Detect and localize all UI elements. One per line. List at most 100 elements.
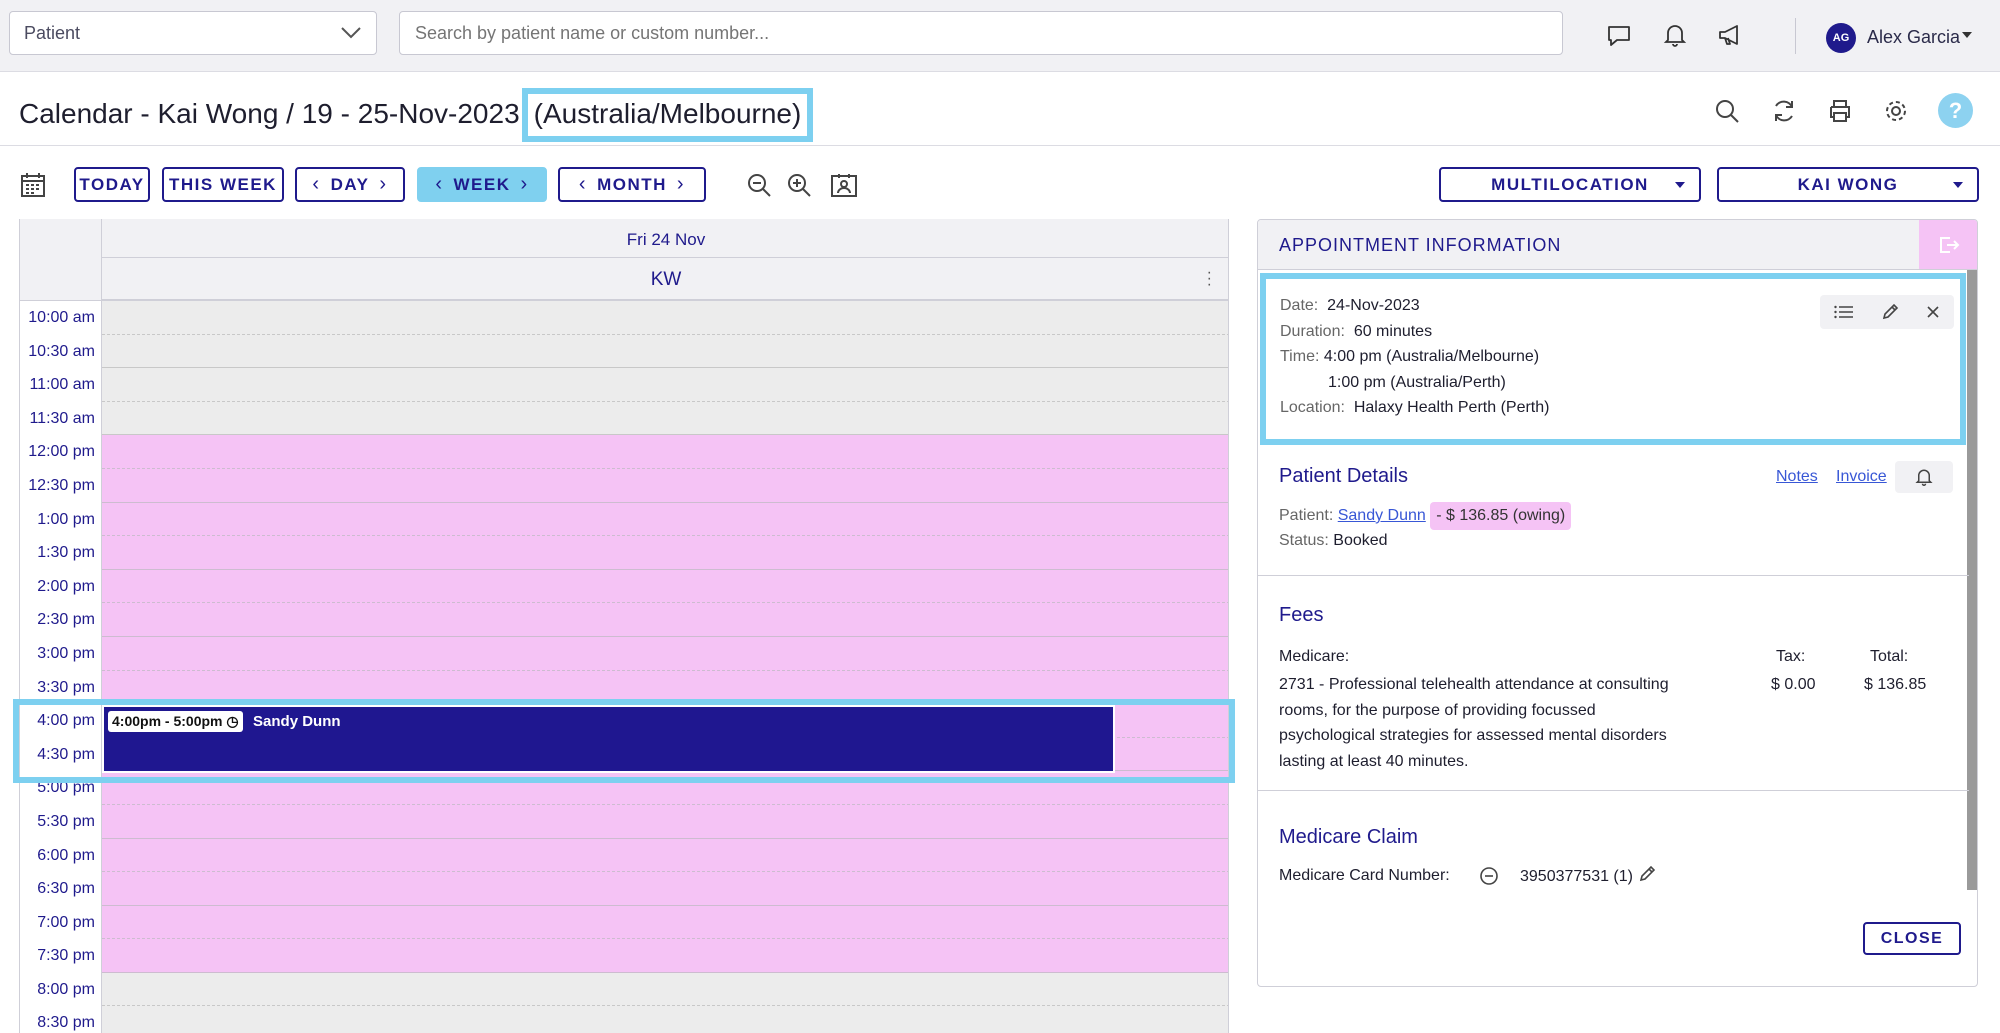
calendar-corner [20, 219, 102, 301]
chevron-right-icon[interactable]: › [521, 173, 529, 196]
time-slot[interactable] [102, 536, 1228, 570]
time-slot[interactable] [102, 939, 1228, 973]
search-input[interactable] [399, 11, 1563, 55]
time-slot[interactable] [102, 368, 1228, 402]
minus-circle-icon[interactable] [1479, 866, 1499, 891]
panel-title: APPOINTMENT INFORMATION [1279, 235, 1562, 255]
exit-panel-icon[interactable] [1919, 220, 1977, 269]
chevron-right-icon[interactable]: › [677, 173, 685, 196]
reminder-bell-icon[interactable] [1895, 461, 1953, 493]
time-slot[interactable] [102, 603, 1228, 637]
patient-details-title: Patient Details [1279, 465, 1408, 487]
time-label: 12:00 pm [20, 435, 102, 469]
avatar[interactable]: AG [1826, 23, 1856, 53]
time-slot[interactable] [102, 468, 1228, 503]
refresh-icon[interactable] [1768, 95, 1800, 127]
day-button-label: DAY [330, 174, 370, 194]
chevron-left-icon[interactable]: ‹ [312, 173, 320, 196]
day-nav[interactable]: ‹ DAY › [295, 167, 405, 202]
chevron-left-icon[interactable]: ‹ [435, 173, 443, 196]
patient-details-section: Patient Details Notes Invoice Patient: S… [1258, 453, 1969, 576]
info-actions [1820, 295, 1954, 329]
edit-icon[interactable] [1638, 865, 1656, 888]
patient-type-value: Patient [24, 22, 81, 43]
time-label: 11:30 am [20, 401, 102, 436]
gear-icon[interactable] [1880, 95, 1912, 127]
time-label: 3:00 pm [20, 636, 102, 671]
panel-header: APPOINTMENT INFORMATION [1258, 220, 1977, 270]
more-options-icon[interactable]: · · · [1207, 265, 1212, 293]
time-slot[interactable] [102, 972, 1228, 1007]
time-slot[interactable] [102, 838, 1228, 873]
help-button[interactable]: ? [1938, 93, 1973, 128]
time-label: 7:00 pm [20, 905, 102, 940]
patient-link[interactable]: Sandy Dunn [1338, 507, 1426, 524]
time-slot[interactable] [102, 804, 1228, 839]
top-bar: Patient AG Alex Garcia [0, 0, 2000, 72]
page-title: Calendar - Kai Wong / 19 - 25-Nov-2023 (A… [19, 88, 814, 142]
list-icon[interactable] [1833, 304, 1854, 320]
chevron-left-icon[interactable]: ‹ [579, 173, 587, 196]
divider [1795, 18, 1796, 54]
today-button[interactable]: TODAY [74, 167, 150, 202]
appointment-block[interactable]: 4:00pm - 5:00pm ◷ Sandy Dunn [102, 705, 1115, 773]
patient-row: Patient: Sandy Dunn - $ 136.85 (owing) [1279, 502, 1572, 530]
time-label: 6:00 pm [20, 838, 102, 873]
time-slot[interactable] [102, 301, 1228, 335]
time-slot[interactable] [102, 636, 1228, 671]
medicare-card-label: Medicare Card Number: [1279, 867, 1450, 884]
calendar-icon[interactable] [17, 169, 49, 201]
time-slot[interactable] [102, 401, 1228, 436]
time-slot[interactable] [102, 905, 1228, 940]
medicare-claim-title: Medicare Claim [1279, 826, 1418, 848]
location-value: Halaxy Health Perth (Perth) [1353, 399, 1550, 416]
search-icon[interactable] [1711, 95, 1743, 127]
close-icon[interactable] [1926, 305, 1940, 319]
chevron-right-icon[interactable]: › [379, 173, 387, 196]
time-label: 2:00 pm [20, 569, 102, 604]
fees-title: Fees [1279, 604, 1324, 626]
time-slot[interactable] [102, 435, 1228, 469]
zoom-in-icon[interactable] [783, 169, 815, 201]
location-dropdown[interactable]: MULTILOCATION [1439, 167, 1701, 202]
calendar-grid: Fri 24 Nov KW · · · 10:00 am 10:30 am 11:00 … [19, 219, 1229, 1033]
appointment-time-text: 4:00pm - 5:00pm [112, 713, 223, 729]
appointment-info: Date: 24-Nov-2023 Duration: 60 minutes T… [1260, 273, 1966, 445]
time-slot[interactable] [102, 872, 1228, 906]
zoom-out-icon[interactable] [743, 169, 775, 201]
day-header[interactable]: Fri 24 Nov [102, 219, 1228, 258]
user-name[interactable]: Alex Garcia [1867, 27, 1960, 48]
time-slot[interactable] [102, 1006, 1228, 1033]
time-slot[interactable] [102, 334, 1228, 369]
appointment-time: 4:00pm - 5:00pm ◷ [108, 711, 243, 732]
close-button[interactable]: CLOSE [1863, 922, 1961, 955]
print-icon[interactable] [1824, 95, 1856, 127]
caret-down-icon [1953, 182, 1963, 188]
time-slot[interactable] [102, 502, 1228, 537]
practitioner-dropdown[interactable]: KAI WONG [1717, 167, 1979, 202]
notes-link[interactable]: Notes [1776, 468, 1818, 486]
appointment-panel: APPOINTMENT INFORMATION Date: 24-Nov-202… [1257, 219, 1978, 987]
fee-item-line: rooms, for the purpose of providing focu… [1279, 701, 1596, 719]
time-label: 12:30 pm [20, 468, 102, 503]
month-nav[interactable]: ‹ MONTH › [558, 167, 706, 202]
fee-item-line: 2731 - Professional telehealth attendanc… [1279, 676, 1669, 693]
user-menu-caret-icon[interactable] [1962, 32, 1972, 38]
time-slot[interactable] [102, 569, 1228, 604]
patient-type-select[interactable]: Patient [9, 11, 377, 55]
medicare-card-number: 3950377531 (1) [1520, 868, 1633, 885]
contact-card-icon[interactable] [828, 169, 860, 201]
this-week-button[interactable]: THIS WEEK [162, 167, 284, 202]
chat-icon[interactable] [1604, 20, 1634, 50]
time-label: 10:30 am [20, 334, 102, 369]
week-nav[interactable]: ‹ WEEK › [417, 167, 547, 202]
provider-header: KW · · · [102, 258, 1228, 301]
practitioner-dropdown-label: KAI WONG [1797, 174, 1899, 194]
megaphone-icon[interactable] [1716, 20, 1746, 50]
provider-initials: KW [650, 269, 682, 290]
time-label: 1:00 pm [20, 502, 102, 537]
bell-icon[interactable] [1660, 20, 1690, 50]
invoice-link[interactable]: Invoice [1836, 468, 1887, 486]
edit-icon[interactable] [1881, 303, 1899, 321]
timezone-label: (Australia/Melbourne) [521, 88, 814, 142]
